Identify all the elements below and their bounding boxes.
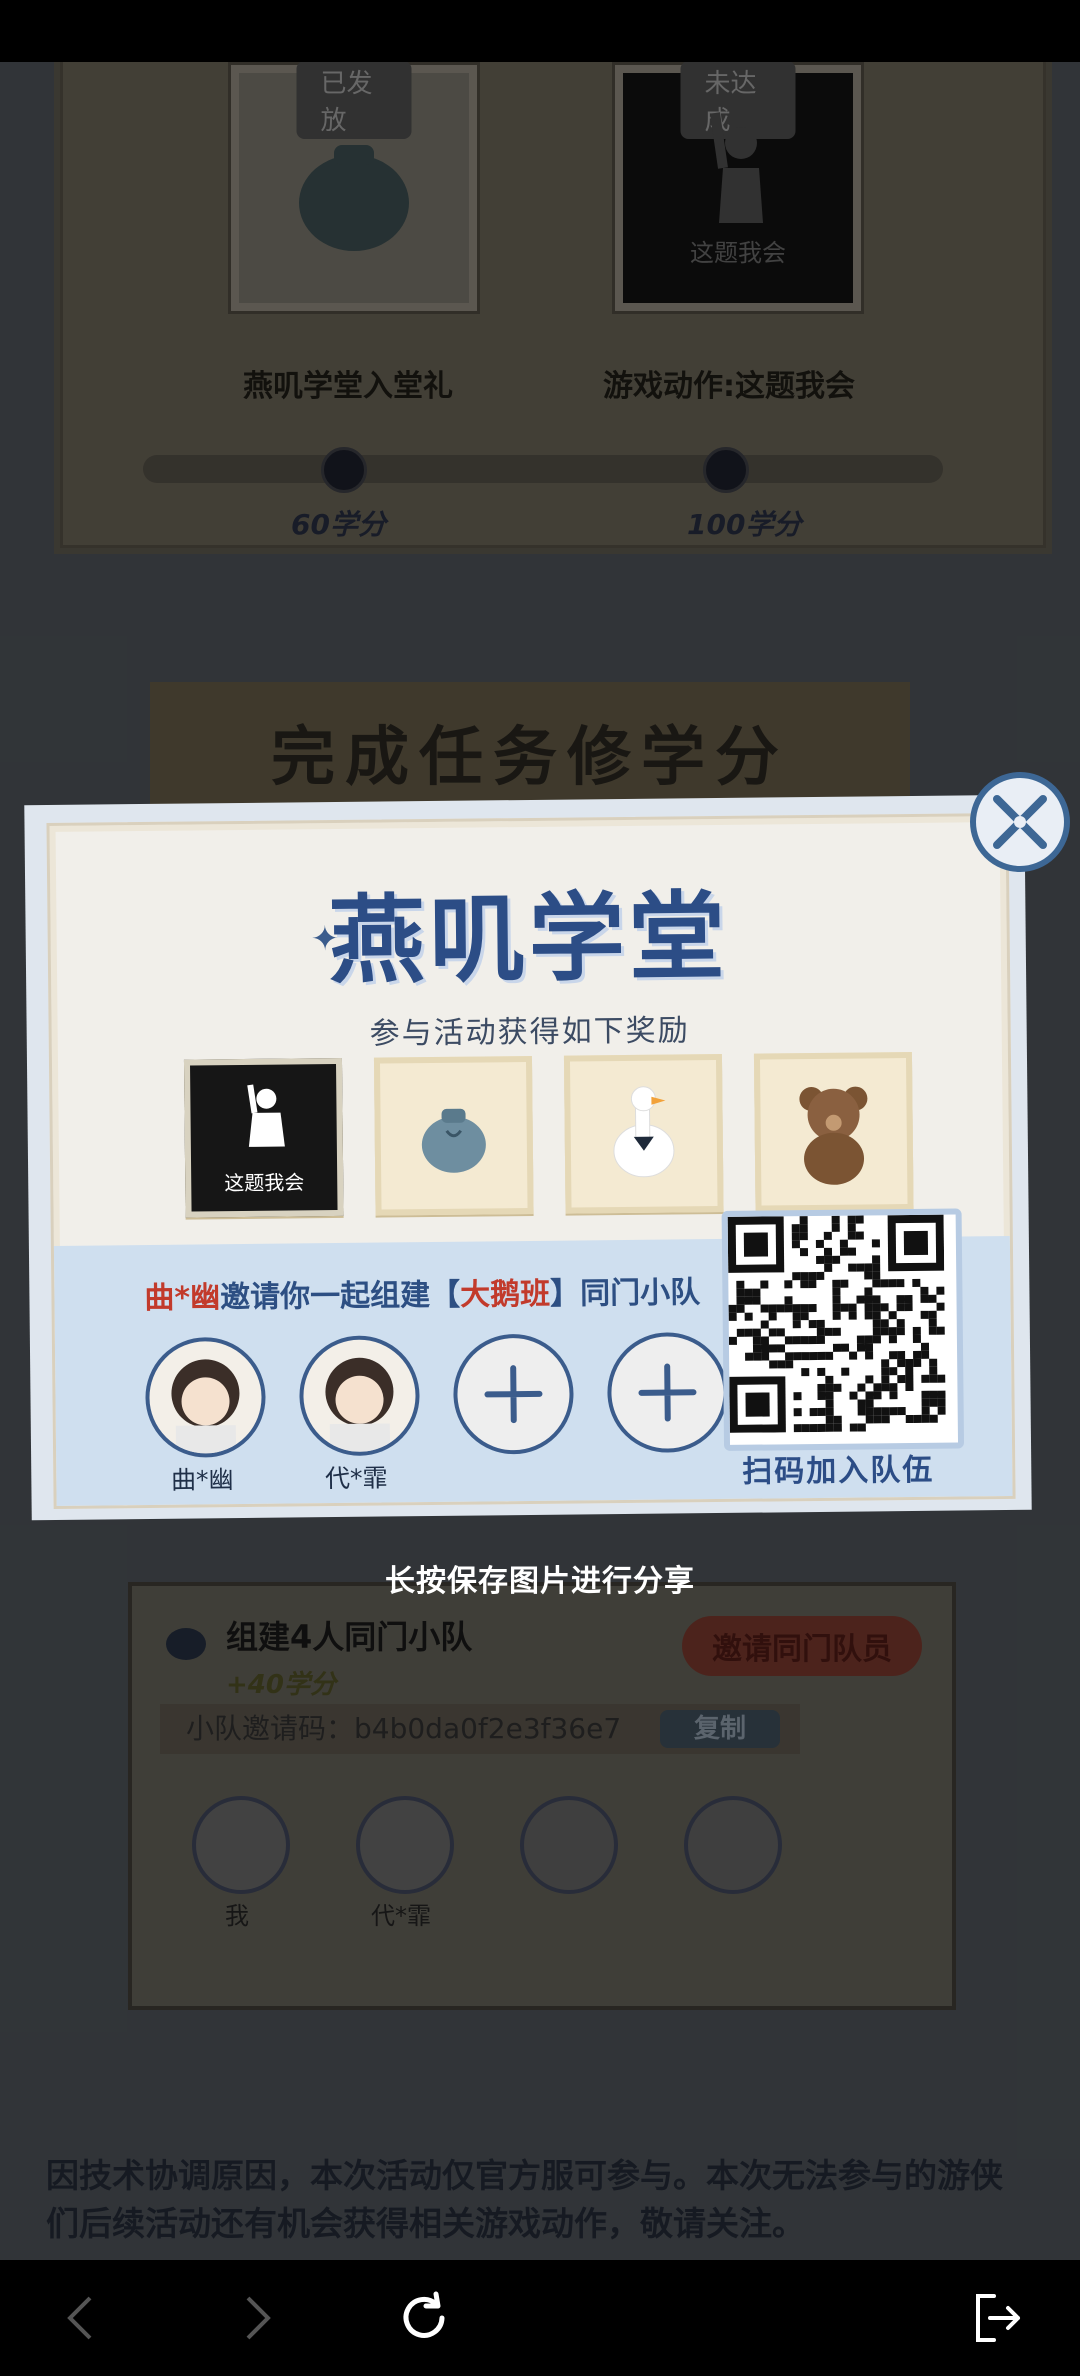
close-icon — [993, 795, 1047, 849]
empty-member-slot[interactable] — [452, 1333, 575, 1455]
inviter-name: 曲*幽 — [144, 1280, 221, 1317]
chevron-right-icon — [246, 2296, 271, 2340]
qr-caption: 扫码加入队伍 — [742, 1452, 935, 1490]
forward-button[interactable] — [216, 2278, 296, 2358]
invite-text-end: 】同门小队 — [549, 1275, 701, 1312]
chevron-left-icon — [67, 2296, 92, 2340]
invite-message: 曲*幽邀请你一起组建【大鹅班】同门小队 — [144, 1267, 700, 1317]
refresh-icon — [403, 2291, 445, 2338]
empty-member-slot[interactable] — [606, 1331, 729, 1454]
plus-icon — [638, 1363, 697, 1422]
bear-icon — [799, 1086, 868, 1185]
event-logo: 燕叽学堂 — [328, 879, 730, 998]
avatar-icon — [325, 1357, 394, 1453]
share-card-content: ✦ 燕叽学堂 参与活动获得如下奖励 这题我会 曲*幽邀请你一起组建【大鹅班】同门… — [46, 812, 1016, 1509]
avatar-icon — [171, 1359, 240, 1454]
team-name: 大鹅班 — [459, 1276, 551, 1313]
save-hint: 长按保存图片进行分享 — [385, 1564, 695, 1599]
reward-item-goose — [563, 1053, 724, 1214]
member-name: 代*霏 — [324, 1463, 388, 1494]
refresh-button[interactable] — [384, 2278, 464, 2358]
reward-subtitle: 参与活动获得如下奖励 — [369, 1013, 690, 1052]
reward-item-pose: 这题我会 — [183, 1057, 344, 1218]
qr-code-icon — [727, 1214, 946, 1433]
goose-icon — [613, 1086, 675, 1178]
back-button[interactable] — [42, 2278, 122, 2358]
status-bar — [0, 0, 1080, 62]
exit-icon — [976, 2294, 1020, 2342]
pouch-icon — [421, 1108, 486, 1173]
pose-icon — [247, 1083, 285, 1147]
bottom-nav-bar — [0, 2260, 1080, 2376]
exit-button[interactable] — [956, 2278, 1036, 2358]
reward-caption: 这题我会 — [224, 1169, 305, 1195]
member-avatar — [298, 1335, 421, 1457]
member-name: 曲*幽 — [170, 1465, 234, 1495]
member-avatar — [144, 1336, 267, 1459]
plus-icon — [484, 1365, 543, 1424]
reward-item-bear — [753, 1051, 914, 1212]
share-card[interactable]: ✦ 燕叽学堂 参与活动获得如下奖励 这题我会 曲*幽邀请你一起组建【大鹅班】同门… — [24, 794, 1032, 1521]
reward-item-pouch — [373, 1055, 534, 1216]
invite-text: 邀请你一起组建【 — [219, 1277, 461, 1316]
qr-code — [721, 1208, 965, 1451]
close-button[interactable] — [970, 772, 1070, 872]
